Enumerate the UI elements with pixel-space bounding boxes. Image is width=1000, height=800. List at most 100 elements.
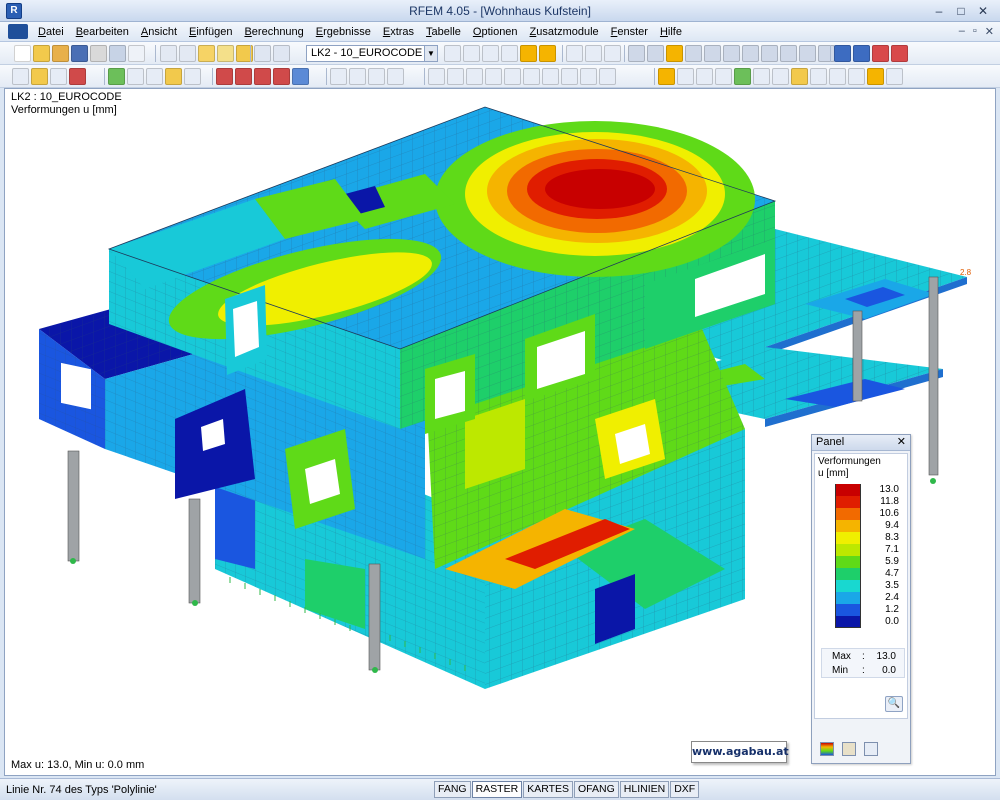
calculate-all-icon[interactable] [585, 45, 602, 62]
visibility-icon[interactable] [447, 68, 464, 85]
isolines-icon[interactable] [677, 68, 694, 85]
show-results-icon[interactable] [482, 45, 499, 62]
dim-icon[interactable] [715, 68, 732, 85]
toggle-hlinien[interactable]: HLINIEN [619, 781, 670, 798]
render-transparent-icon[interactable] [368, 68, 385, 85]
menu-datei[interactable]: Datei [32, 25, 70, 39]
perspective-icon[interactable] [580, 68, 597, 85]
result-values-icon[interactable] [520, 45, 537, 62]
select-icon[interactable] [12, 68, 29, 85]
guide-icon[interactable] [184, 68, 201, 85]
check-icon[interactable] [799, 45, 816, 62]
mesh-icon[interactable] [628, 45, 645, 62]
cube-top-icon[interactable] [523, 68, 540, 85]
menu-berechnung[interactable]: Berechnung [238, 25, 309, 39]
color-scale-icon[interactable] [658, 68, 675, 85]
options-icon[interactable] [848, 68, 865, 85]
loadcase-select[interactable]: LK2 - 10_EUROCODE ▼ [306, 45, 438, 62]
node-icon[interactable] [685, 45, 702, 62]
panel-header[interactable]: Panel ✕ [812, 435, 910, 451]
next-loadcase-icon[interactable] [463, 45, 480, 62]
undo-icon[interactable] [160, 45, 177, 62]
display-settings-icon[interactable] [886, 68, 903, 85]
color-scale-tab-icon[interactable] [820, 742, 834, 756]
report-icon[interactable] [872, 45, 889, 62]
menu-tabelle[interactable]: Tabelle [420, 25, 467, 39]
open-folder-icon[interactable] [33, 45, 50, 62]
export-icon[interactable] [853, 45, 870, 62]
table-icon[interactable] [254, 45, 271, 62]
factors-tab-icon[interactable] [842, 742, 856, 756]
member-icon[interactable] [704, 45, 721, 62]
display-icon[interactable] [696, 68, 713, 85]
new-file-icon[interactable] [14, 45, 31, 62]
redo-icon[interactable] [179, 45, 196, 62]
minimize-button[interactable]: – [928, 3, 950, 19]
settings-icon[interactable] [867, 68, 884, 85]
support-icon[interactable] [723, 45, 740, 62]
toggle-ofang[interactable]: OFANG [574, 781, 619, 798]
zoom-all-icon[interactable] [292, 68, 309, 85]
line-icon[interactable] [50, 68, 67, 85]
grid-icon[interactable] [273, 45, 290, 62]
chevron-down-icon[interactable]: ▼ [424, 46, 437, 61]
note-icon[interactable] [217, 45, 234, 62]
previous-loadcase-icon[interactable] [444, 45, 461, 62]
annotation-icon[interactable] [165, 68, 182, 85]
highlight-icon[interactable] [791, 68, 808, 85]
save-icon[interactable] [71, 45, 88, 62]
model-viewport[interactable]: LK2 : 10_EUROCODE Verformungen u [mm] 2.… [4, 88, 996, 776]
graph-icon[interactable] [604, 45, 621, 62]
surface-results-icon[interactable] [666, 45, 683, 62]
result-labels-icon[interactable] [539, 45, 556, 62]
cube-side-icon[interactable] [542, 68, 559, 85]
properties-icon[interactable] [772, 68, 789, 85]
calculate-icon[interactable] [566, 45, 583, 62]
cube-front-icon[interactable] [504, 68, 521, 85]
menu-einfuegen[interactable]: Einfügen [183, 25, 238, 39]
legend-icon[interactable] [810, 68, 827, 85]
deformation-icon[interactable] [501, 45, 518, 62]
menu-hilfe[interactable]: Hilfe [654, 25, 688, 39]
menu-optionen[interactable]: Optionen [467, 25, 524, 39]
toggle-dxf[interactable]: DXF [670, 781, 700, 798]
hinge-icon[interactable] [742, 45, 759, 62]
view-z-icon[interactable] [273, 68, 290, 85]
warning-icon[interactable] [761, 45, 778, 62]
edit-icon[interactable] [198, 45, 215, 62]
render-solid-icon[interactable] [349, 68, 366, 85]
toggle-raster[interactable]: RASTER [471, 781, 523, 798]
print-icon[interactable] [90, 45, 107, 62]
menu-zusatzmodule[interactable]: Zusatzmodule [524, 25, 605, 39]
tools-icon[interactable] [891, 45, 908, 62]
refresh-icon[interactable] [818, 45, 835, 62]
load-icon[interactable] [108, 68, 125, 85]
measure-icon[interactable] [127, 68, 144, 85]
render-wire-icon[interactable] [330, 68, 347, 85]
module-icon[interactable] [834, 45, 851, 62]
menu-fenster[interactable]: Fenster [605, 25, 654, 39]
render-shadow-icon[interactable] [387, 68, 404, 85]
document-icon[interactable] [8, 24, 28, 39]
mdi-restore-button[interactable]: ▫ [973, 25, 977, 38]
snap-icon[interactable] [69, 68, 86, 85]
dimension-icon[interactable] [146, 68, 163, 85]
view-iso-icon[interactable] [216, 68, 233, 85]
menu-ansicht[interactable]: Ansicht [135, 25, 183, 39]
delete-icon[interactable] [780, 45, 797, 62]
section-icon[interactable] [428, 68, 445, 85]
layers-icon[interactable] [753, 68, 770, 85]
menu-bearbeiten[interactable]: Bearbeiten [70, 25, 135, 39]
toggle-kartes[interactable]: KARTES [523, 781, 574, 798]
menu-ergebnisse[interactable]: Ergebnisse [310, 25, 377, 39]
panel-icon[interactable] [829, 68, 846, 85]
maximize-button[interactable]: □ [950, 3, 972, 19]
open-recent-icon[interactable] [52, 45, 69, 62]
cube-icon[interactable] [485, 68, 502, 85]
copy-icon[interactable] [128, 45, 145, 62]
filter-icon[interactable] [466, 68, 483, 85]
menu-extras[interactable]: Extras [377, 25, 420, 39]
filter-tab-icon[interactable] [864, 742, 878, 756]
close-button[interactable]: ✕ [972, 3, 994, 19]
pencil-icon[interactable] [31, 68, 48, 85]
